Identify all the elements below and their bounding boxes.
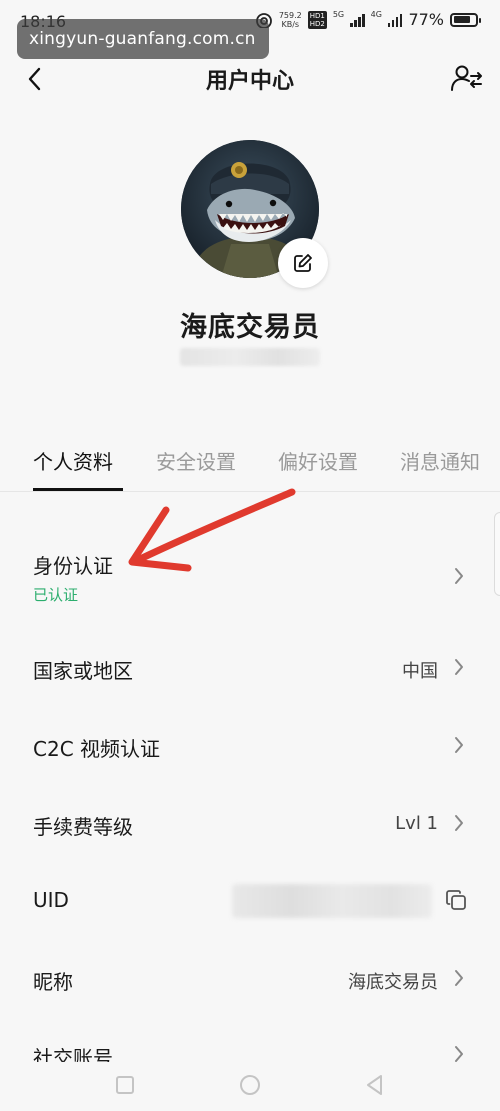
country-region-label: 国家或地区 — [33, 659, 133, 683]
signal1-label: 5G — [332, 10, 345, 19]
nickname-label: 昵称 — [33, 970, 73, 994]
blurred-account-id — [180, 348, 320, 366]
hd2-label: HD2 — [309, 19, 325, 28]
identity-verification-label: 身份认证 — [33, 554, 113, 578]
uid-label: UID — [33, 888, 69, 912]
c2c-video-verification-row[interactable]: C2C 视频认证 — [0, 723, 500, 773]
blurred-uid-value — [232, 884, 432, 918]
tab-personal-info[interactable]: 个人资料 — [33, 446, 113, 475]
battery-fill — [453, 16, 470, 23]
battery-percent: 77% — [408, 10, 444, 29]
net-speed-unit: KB/s — [281, 19, 300, 29]
country-region-value: 中国 — [402, 661, 438, 682]
chevron-right-icon — [455, 659, 463, 675]
social-accounts-label: 社交账号 — [33, 1046, 113, 1062]
country-region-row[interactable]: 国家或地区 中国 — [0, 645, 500, 695]
nickname-value: 海底交易员 — [348, 972, 438, 993]
chevron-right-icon — [455, 815, 463, 831]
watermark: xingyun-guanfang.com.cn — [17, 19, 269, 59]
tab-preference-settings[interactable]: 偏好设置 — [278, 446, 358, 475]
user-switch-icon[interactable] — [450, 63, 484, 93]
edit-avatar-button[interactable] — [278, 238, 328, 288]
chevron-right-icon — [455, 568, 463, 584]
social-accounts-row[interactable]: 社交账号 — [0, 1032, 500, 1062]
page-title: 用户中心 — [205, 69, 294, 94]
home-icon[interactable] — [237, 1072, 263, 1098]
status-icons: 759.2 KB/s HD1 HD2 5G 4G 77% — [255, 10, 481, 29]
fee-level-value: Lvl 1 — [395, 813, 438, 834]
uid-row: UID — [0, 878, 500, 928]
identity-verified-status: 已认证 — [33, 586, 79, 604]
signal2-label: 4G — [370, 10, 382, 19]
chevron-right-icon — [455, 970, 463, 986]
chevron-right-icon — [455, 737, 463, 753]
hd1-label: HD1 — [309, 11, 325, 20]
c2c-video-verification-label: C2C 视频认证 — [33, 737, 161, 761]
edit-icon — [294, 254, 312, 272]
system-nav-bar — [0, 1062, 500, 1111]
copy-icon[interactable] — [444, 888, 468, 912]
tab-notifications[interactable]: 消息通知 — [400, 446, 480, 475]
fee-level-label: 手续费等级 — [33, 815, 133, 839]
signal2-icon — [387, 13, 403, 27]
recent-apps-icon[interactable] — [112, 1072, 138, 1098]
hd-badge: HD1 HD2 — [307, 10, 327, 29]
signal1-icon — [350, 13, 365, 27]
nickname-row[interactable]: 昵称 海底交易员 — [0, 956, 500, 1006]
network-speed: 759.2 KB/s — [279, 11, 302, 29]
identity-verification-row[interactable]: 身份认证 已认证 — [0, 540, 500, 620]
net-speed-value: 759.2 — [278, 10, 302, 20]
chevron-right-icon — [455, 1046, 463, 1062]
back-nav-icon[interactable] — [362, 1072, 388, 1098]
battery-icon — [450, 12, 481, 27]
header: 用户中心 — [0, 55, 500, 103]
active-tab-indicator — [33, 488, 123, 491]
tab-security-settings[interactable]: 安全设置 — [156, 446, 236, 475]
profile-tabs: 个人资料 安全设置 偏好设置 消息通知 — [0, 440, 500, 492]
profile-nickname: 海底交易员 — [180, 312, 320, 343]
fee-level-row[interactable]: 手续费等级 Lvl 1 — [0, 801, 500, 851]
